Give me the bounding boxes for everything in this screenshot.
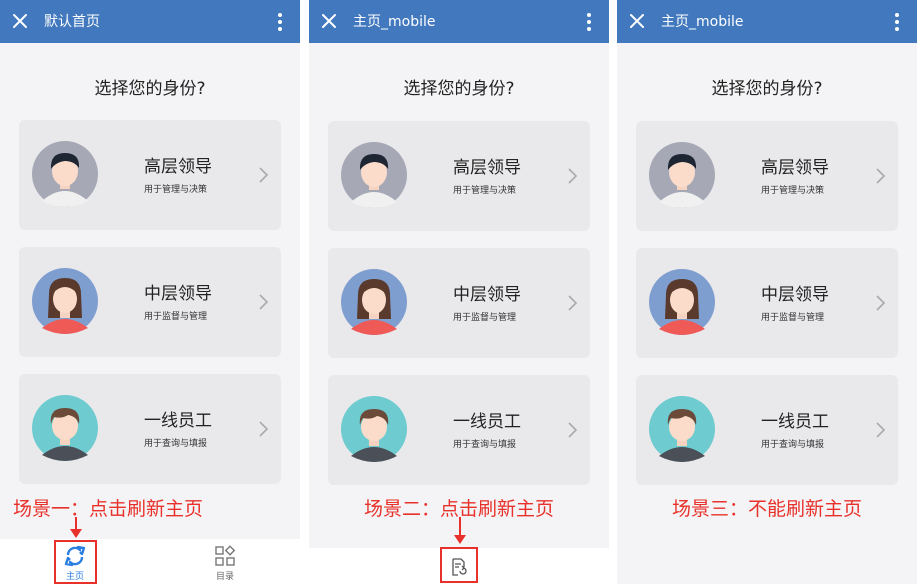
chevron-right-icon (259, 294, 269, 310)
role-title: 高层领导 (761, 158, 829, 178)
chevron-right-icon (259, 421, 269, 437)
down-arrow-icon (454, 517, 466, 544)
role-description: 用于查询与填报 (453, 440, 517, 450)
tab-catalog[interactable]: 目录 (195, 539, 255, 584)
role-description: 用于管理与决策 (761, 186, 825, 196)
role-description: 用于查询与填报 (144, 439, 208, 449)
chevron-right-icon (876, 168, 886, 184)
page-title: 主页_mobile (661, 14, 744, 30)
middle-leader-avatar-icon (341, 269, 407, 335)
top-bar: 主页_mobile (617, 0, 917, 43)
role-title: 中层领导 (761, 285, 829, 305)
role-title: 一线员工 (761, 412, 829, 432)
role-card-senior[interactable]: 高层领导 用于管理与决策 (328, 121, 590, 231)
chevron-right-icon (876, 422, 886, 438)
senior-leader-avatar-icon (649, 142, 715, 208)
staff-avatar-icon (649, 396, 715, 462)
role-description: 用于监督与管理 (144, 312, 208, 322)
close-icon[interactable] (319, 11, 339, 31)
chevron-right-icon (876, 295, 886, 311)
chevron-right-icon (259, 167, 269, 183)
role-card-staff[interactable]: 一线员工 用于查询与填报 (636, 375, 898, 485)
phone-screen-2: 主页_mobile 选择您的身份? 高层领导 用于管理与决策 中层领导 用于监督… (309, 0, 609, 584)
top-bar: 主页_mobile (309, 0, 609, 43)
phone-screen-1: 默认首页 选择您的身份? 高层领导 用于管理与决策 中层领导 用于监督与管理 一… (0, 0, 300, 584)
senior-leader-avatar-icon (32, 141, 98, 207)
role-description: 用于查询与填报 (761, 440, 825, 450)
role-description: 用于管理与决策 (453, 186, 517, 196)
role-card-staff[interactable]: 一线员工 用于查询与填报 (328, 375, 590, 485)
more-vertical-icon[interactable] (887, 12, 907, 32)
role-card-middle[interactable]: 中层领导 用于监督与管理 (328, 248, 590, 358)
chevron-right-icon (568, 422, 578, 438)
identity-question: 选择您的身份? (94, 79, 206, 99)
role-card-middle[interactable]: 中层领导 用于监督与管理 (19, 247, 281, 357)
role-description: 用于管理与决策 (144, 185, 208, 195)
role-title: 一线员工 (453, 412, 521, 432)
top-bar: 默认首页 (0, 0, 300, 43)
role-card-senior[interactable]: 高层领导 用于管理与决策 (636, 121, 898, 231)
catalog-grid-icon (215, 545, 236, 566)
identity-question: 选择您的身份? (403, 79, 515, 99)
role-card-staff[interactable]: 一线员工 用于查询与填报 (19, 374, 281, 484)
close-icon[interactable] (627, 11, 647, 31)
role-description: 用于监督与管理 (453, 313, 517, 323)
page-title: 主页_mobile (353, 14, 436, 30)
role-title: 中层领导 (453, 285, 521, 305)
more-vertical-icon[interactable] (579, 12, 599, 32)
role-title: 高层领导 (144, 157, 212, 177)
more-vertical-icon[interactable] (270, 12, 290, 32)
phone-screen-3: 主页_mobile 选择您的身份? 高层领导 用于管理与决策 中层领导 用于监督… (617, 0, 917, 584)
identity-question: 选择您的身份? (711, 79, 823, 99)
highlight-box (54, 540, 97, 584)
chevron-right-icon (568, 168, 578, 184)
role-card-middle[interactable]: 中层领导 用于监督与管理 (636, 248, 898, 358)
chevron-right-icon (568, 295, 578, 311)
staff-avatar-icon (341, 396, 407, 462)
staff-avatar-icon (32, 395, 98, 461)
scenario-caption: 场景三：不能刷新主页 (671, 498, 862, 520)
role-title: 中层领导 (144, 284, 212, 304)
role-card-senior[interactable]: 高层领导 用于管理与决策 (19, 120, 281, 230)
role-title: 一线员工 (144, 411, 212, 431)
down-arrow-icon (70, 517, 82, 538)
highlight-box (440, 547, 478, 583)
close-icon[interactable] (10, 11, 30, 31)
scenario-caption: 场景一：点击刷新主页 (13, 498, 204, 520)
senior-leader-avatar-icon (341, 142, 407, 208)
middle-leader-avatar-icon (32, 268, 98, 334)
page-title: 默认首页 (44, 14, 100, 30)
role-title: 高层领导 (453, 158, 521, 178)
role-description: 用于监督与管理 (761, 313, 825, 323)
middle-leader-avatar-icon (649, 269, 715, 335)
bottom-tab-bar: 主页 目录 (0, 539, 300, 584)
tab-label: 目录 (215, 572, 234, 582)
